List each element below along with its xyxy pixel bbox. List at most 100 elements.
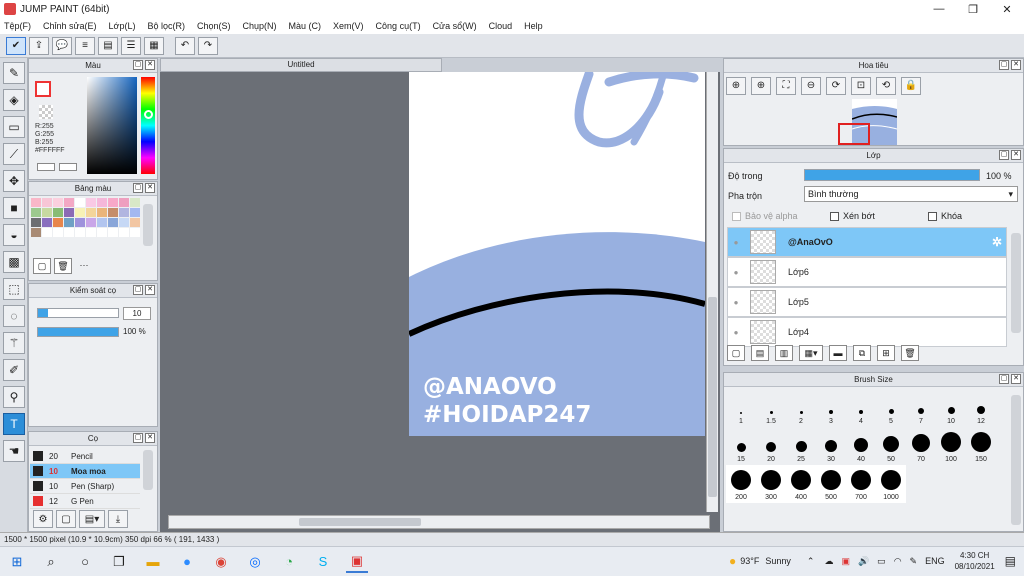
palette-swatch[interactable] [86,228,96,237]
wand-icon[interactable]: ⚚ [3,332,25,354]
visibility-icon[interactable]: ● [728,238,744,247]
palette-scrollbar[interactable] [143,204,153,246]
close-icon[interactable]: ✕ [1011,150,1021,160]
rect-icon[interactable]: ▭ [3,116,25,138]
brush-size-option[interactable]: 40 [846,427,876,465]
brush-size-option[interactable]: 7 [906,389,936,427]
brush-list-item[interactable]: 12 G Pen [30,494,140,509]
close-button[interactable]: ✕ [990,3,1024,16]
clipping-checkbox[interactable]: Xén bớt [830,211,875,222]
color-mode-button[interactable] [37,163,55,171]
palette-swatch[interactable] [31,208,41,217]
close-icon[interactable]: ✕ [145,285,155,295]
float-icon[interactable]: ▢ [999,374,1009,384]
skype-icon[interactable]: S [312,551,334,573]
brush-list-scrollbar[interactable] [143,450,153,490]
palette-swatch[interactable] [75,218,85,227]
brush-size-option[interactable]: 50 [876,427,906,465]
brush-menu-icon[interactable]: ▤▾ [79,510,105,528]
visibility-icon[interactable]: ● [728,268,744,277]
brush-size-option[interactable]: 15 [726,427,756,465]
layer-row[interactable]: ● Lớp6 [727,257,1007,287]
palette-swatch[interactable] [119,218,129,227]
brush-icon[interactable]: ⟋ [3,143,25,165]
undo-icon[interactable]: ↶ [175,36,195,55]
brush-size-option[interactable]: 700 [846,465,876,503]
weather-desc[interactable]: Sunny [765,556,791,566]
brush-size-option[interactable]: 4 [846,389,876,427]
menu-edit[interactable]: Chỉnh sửa(E) [43,21,97,31]
brush-list-item[interactable]: 20 Pencil [30,449,140,464]
brush-list-item[interactable]: 10 Pen (Sharp) [30,479,140,494]
float-icon[interactable]: ▢ [133,433,143,443]
brush-size-option[interactable]: 12 [966,389,996,427]
zalo-icon[interactable]: ◎ [244,551,266,573]
visibility-icon[interactable]: ● [728,298,744,307]
cloud-icon[interactable]: ☁ [824,556,833,567]
zoom-out-icon[interactable]: ⊖ [801,77,821,95]
drawing-canvas[interactable]: @ANAOVO #HOIDAP247 [409,72,705,436]
palette-swatch[interactable] [130,208,140,217]
brush-size-option[interactable]: 25 [786,427,816,465]
brush-size-option[interactable]: 1 [726,389,756,427]
palette-swatch[interactable] [97,198,107,207]
reset-view-icon[interactable]: ⊡ [851,77,871,95]
canvas-vertical-scrollbar[interactable] [706,72,718,512]
palette-swatch[interactable] [108,208,118,217]
float-icon[interactable]: ▢ [133,183,143,193]
brush-size-option[interactable]: 20 [756,427,786,465]
brush-size-option[interactable]: 1000 [876,465,906,503]
language-indicator[interactable]: ENG [925,556,945,566]
palette-swatch[interactable] [108,198,118,207]
new-layer-icon[interactable]: ▢ [727,345,745,361]
palette-swatch[interactable] [42,208,52,217]
palette-swatch[interactable] [130,198,140,207]
list-icon[interactable]: ≡ [75,36,95,55]
menu-layer[interactable]: Lớp(L) [109,21,136,31]
palette-menu[interactable]: ··· [75,258,93,274]
menu-view[interactable]: Xem(V) [333,21,364,31]
canvas-area[interactable]: @ANAOVO #HOIDAP247 [160,72,720,532]
transparent-color-swatch[interactable] [39,105,53,119]
close-icon[interactable]: ✕ [145,60,155,70]
comment-icon[interactable]: 💬 [52,36,72,55]
float-icon[interactable]: ▢ [999,60,1009,70]
float-icon[interactable]: ▢ [133,285,143,295]
weather-temp[interactable]: 93°F [740,556,759,566]
jump-paint-icon[interactable]: ▣ [346,551,368,573]
brush-export-icon[interactable]: ⤓ [108,510,128,528]
table-icon[interactable]: ☰ [121,36,141,55]
layer-scrollbar[interactable] [1011,233,1021,333]
check-icon[interactable]: ✔ [6,36,26,55]
document-tab[interactable]: Untitled [160,58,442,72]
float-icon[interactable]: ▢ [133,60,143,70]
close-icon[interactable]: ✕ [1011,374,1021,384]
brush-size-option[interactable]: 2 [786,389,816,427]
palette-swatch[interactable] [64,228,74,237]
fill-icon[interactable]: ■ [3,197,25,219]
palette-swatch[interactable] [64,208,74,217]
brush-size-option[interactable]: 200 [726,465,756,503]
palette-swatch[interactable] [53,228,63,237]
menu-cloud[interactable]: Cloud [489,21,513,31]
palette-swatch[interactable] [31,228,41,237]
new-palette-icon[interactable]: ▢ [33,258,51,274]
brush-size-option[interactable]: 300 [756,465,786,503]
new-layer-2-icon[interactable]: ▤ [751,345,769,361]
share-icon[interactable]: ⇪ [29,36,49,55]
new-brush-icon[interactable]: ▢ [56,510,76,528]
protect-alpha-checkbox[interactable]: Bảo vệ alpha [732,211,798,222]
lock-checkbox[interactable]: Khóa [928,211,962,222]
marquee-icon[interactable]: ⬚ [3,278,25,300]
task-view-icon[interactable]: ❐ [108,551,130,573]
palette-swatch[interactable] [108,218,118,227]
brush-size-value[interactable]: 10 [123,307,151,320]
visibility-icon[interactable]: ● [728,328,744,337]
gear-icon[interactable]: ✲ [992,235,1002,249]
file-explorer-icon[interactable]: ▬ [142,551,164,573]
search-icon[interactable]: ⌕ [40,551,62,573]
layer-row[interactable]: ● @AnaOvO ✲ [727,227,1007,257]
hue-slider[interactable] [141,77,155,174]
canvas-horizontal-scrollbar[interactable] [168,515,710,529]
palette-swatch[interactable] [53,218,63,227]
